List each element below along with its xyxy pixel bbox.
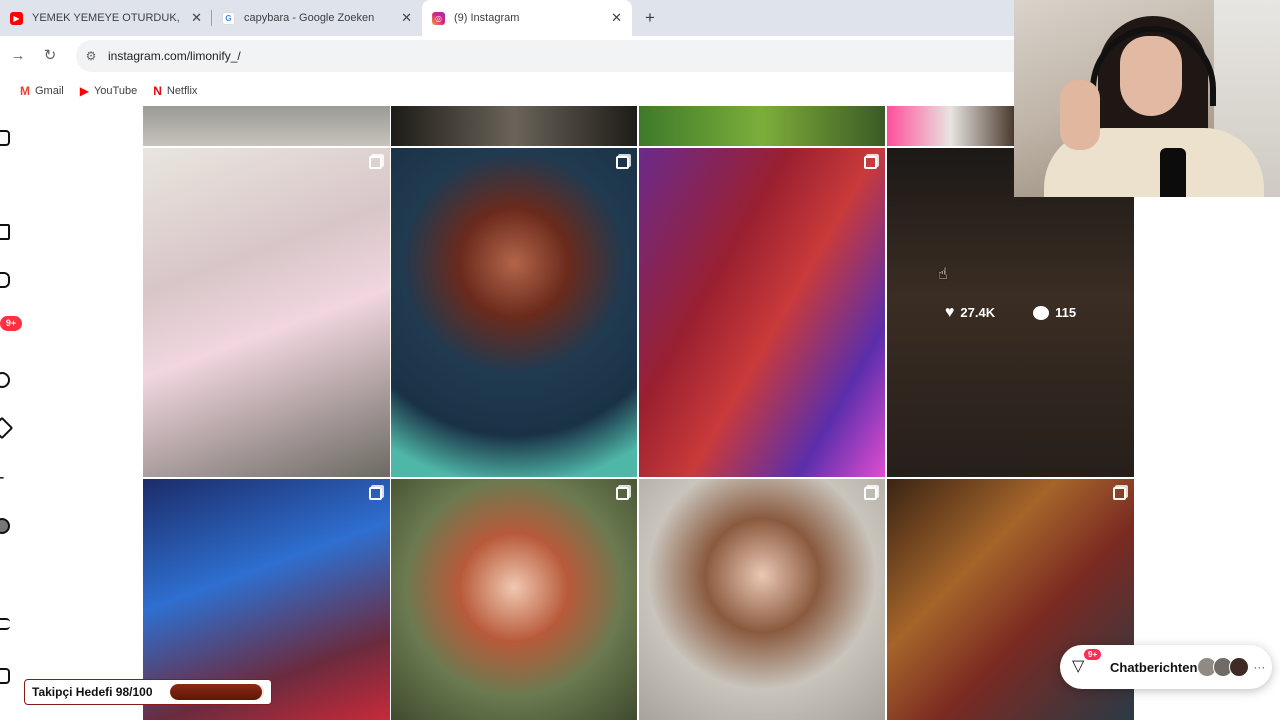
comments-stat: 115 (1033, 305, 1076, 320)
post-thumbnail-hovered[interactable]: ♥ 27.4K 115 (887, 148, 1134, 477)
search-icon[interactable] (0, 372, 10, 388)
post-thumbnail[interactable] (639, 106, 885, 146)
url-text: instagram.com/limonify_/ (108, 49, 241, 63)
bookmark-youtube[interactable]: ▶ YouTube (80, 84, 137, 98)
browser-tab-bar: ▶ YEMEK YEMEYE OTURDUK, AZ ✕ G capybara … (0, 0, 1014, 36)
menu-icon[interactable] (0, 618, 10, 630)
profile-post-grid: ♥ 27.4K 115 (143, 106, 1135, 720)
google-icon: G (222, 11, 235, 25)
tab-google-search[interactable]: G capybara - Google Zoeken ✕ (212, 0, 422, 36)
carousel-icon (616, 156, 629, 169)
webcam-overlay (1014, 0, 1280, 197)
more-icon[interactable]: ··· (1253, 660, 1265, 674)
bookmark-label: Gmail (35, 85, 64, 97)
youtube-icon: ▶ (79, 84, 89, 98)
close-tab-icon[interactable]: ✕ (401, 10, 412, 26)
post-thumbnail[interactable] (391, 106, 637, 146)
home-icon[interactable] (0, 224, 10, 240)
bookmark-gmail[interactable]: M Gmail (20, 84, 64, 98)
instagram-side-nav: 9+ + (0, 106, 22, 720)
post-thumbnail[interactable] (887, 106, 1014, 146)
follower-goal-label: Takipçi Hedefi 98/100 (32, 685, 153, 699)
reels-icon[interactable] (0, 272, 10, 288)
bookmark-label: YouTube (93, 85, 138, 97)
carousel-icon (616, 487, 629, 500)
bookmark-label: Netflix (166, 85, 198, 97)
avatar (1229, 657, 1250, 677)
chat-badge: 9+ (1084, 649, 1102, 660)
address-bar[interactable]: ⚙ instagram.com/limonify_/ (76, 40, 1014, 72)
screen: ▶ YEMEK YEMEYE OTURDUK, AZ ✕ G capybara … (0, 0, 1280, 720)
likes-stat: ♥ 27.4K (945, 304, 995, 322)
tab-title: (9) Instagram (454, 12, 520, 24)
tab-instagram[interactable]: ◎ (9) Instagram ✕ (422, 0, 632, 36)
post-thumbnail[interactable] (639, 148, 885, 477)
carousel-icon (369, 156, 382, 169)
browser-toolbar: → ↻ ⚙ instagram.com/limonify_/ (0, 36, 1014, 76)
post-thumbnail[interactable] (391, 479, 637, 720)
post-hover-stats: ♥ 27.4K 115 (887, 148, 1134, 477)
streamer-hand (1060, 80, 1100, 150)
carousel-icon (864, 487, 877, 500)
carousel-icon (1113, 487, 1126, 500)
instagram-logo-icon[interactable] (0, 130, 10, 146)
profile-avatar[interactable] (0, 518, 10, 534)
follower-goal-fill (170, 684, 263, 700)
more-icon[interactable] (0, 668, 10, 684)
chat-label: Chatberichten (1110, 659, 1198, 675)
forward-icon[interactable]: → (8, 46, 28, 66)
tab-title: capybara - Google Zoeken (244, 12, 375, 24)
close-tab-icon[interactable]: ✕ (611, 10, 622, 26)
close-tab-icon[interactable]: ✕ (191, 10, 202, 26)
follower-goal-widget: Takipçi Hedefi 98/100 (24, 679, 272, 705)
create-icon[interactable]: + (0, 469, 10, 487)
likes-count: 27.4K (960, 305, 996, 320)
mouse-cursor: ☝ (938, 266, 948, 283)
heart-icon: ♥ (944, 303, 955, 321)
carousel-icon (864, 156, 877, 169)
gmail-icon: M (20, 84, 30, 98)
tab-title: YEMEK YEMEYE OTURDUK, AZ (32, 12, 180, 24)
explore-icon[interactable] (0, 416, 14, 440)
notification-badge: 9+ (0, 316, 22, 331)
comment-icon (1033, 305, 1050, 320)
bookmark-netflix[interactable]: N Netflix (153, 84, 197, 98)
send-icon: ▽ 9+ (1072, 649, 1102, 678)
comments-count: 115 (1055, 305, 1077, 320)
post-thumbnail[interactable] (143, 148, 390, 477)
post-thumbnail[interactable] (639, 479, 885, 720)
post-thumbnail[interactable] (143, 106, 390, 146)
youtube-icon: ▶ (10, 11, 23, 25)
chat-avatars (1197, 657, 1250, 677)
carousel-icon (369, 487, 382, 500)
post-thumbnail[interactable] (391, 148, 637, 477)
reload-icon[interactable]: ↻ (40, 46, 60, 66)
site-info-icon[interactable]: ⚙ (84, 49, 98, 63)
chat-messages-button[interactable]: ▽ 9+ Chatberichten ··· (1060, 645, 1272, 689)
netflix-icon: N (153, 84, 162, 98)
follower-goal-bar (170, 684, 264, 700)
microphone (1160, 148, 1186, 197)
new-tab-icon[interactable]: + (638, 6, 662, 30)
instagram-icon: ◎ (432, 11, 445, 25)
bookmarks-bar: M Gmail ▶ YouTube N Netflix (0, 76, 1014, 106)
tab-youtube-video[interactable]: ▶ YEMEK YEMEYE OTURDUK, AZ ✕ (0, 0, 212, 36)
